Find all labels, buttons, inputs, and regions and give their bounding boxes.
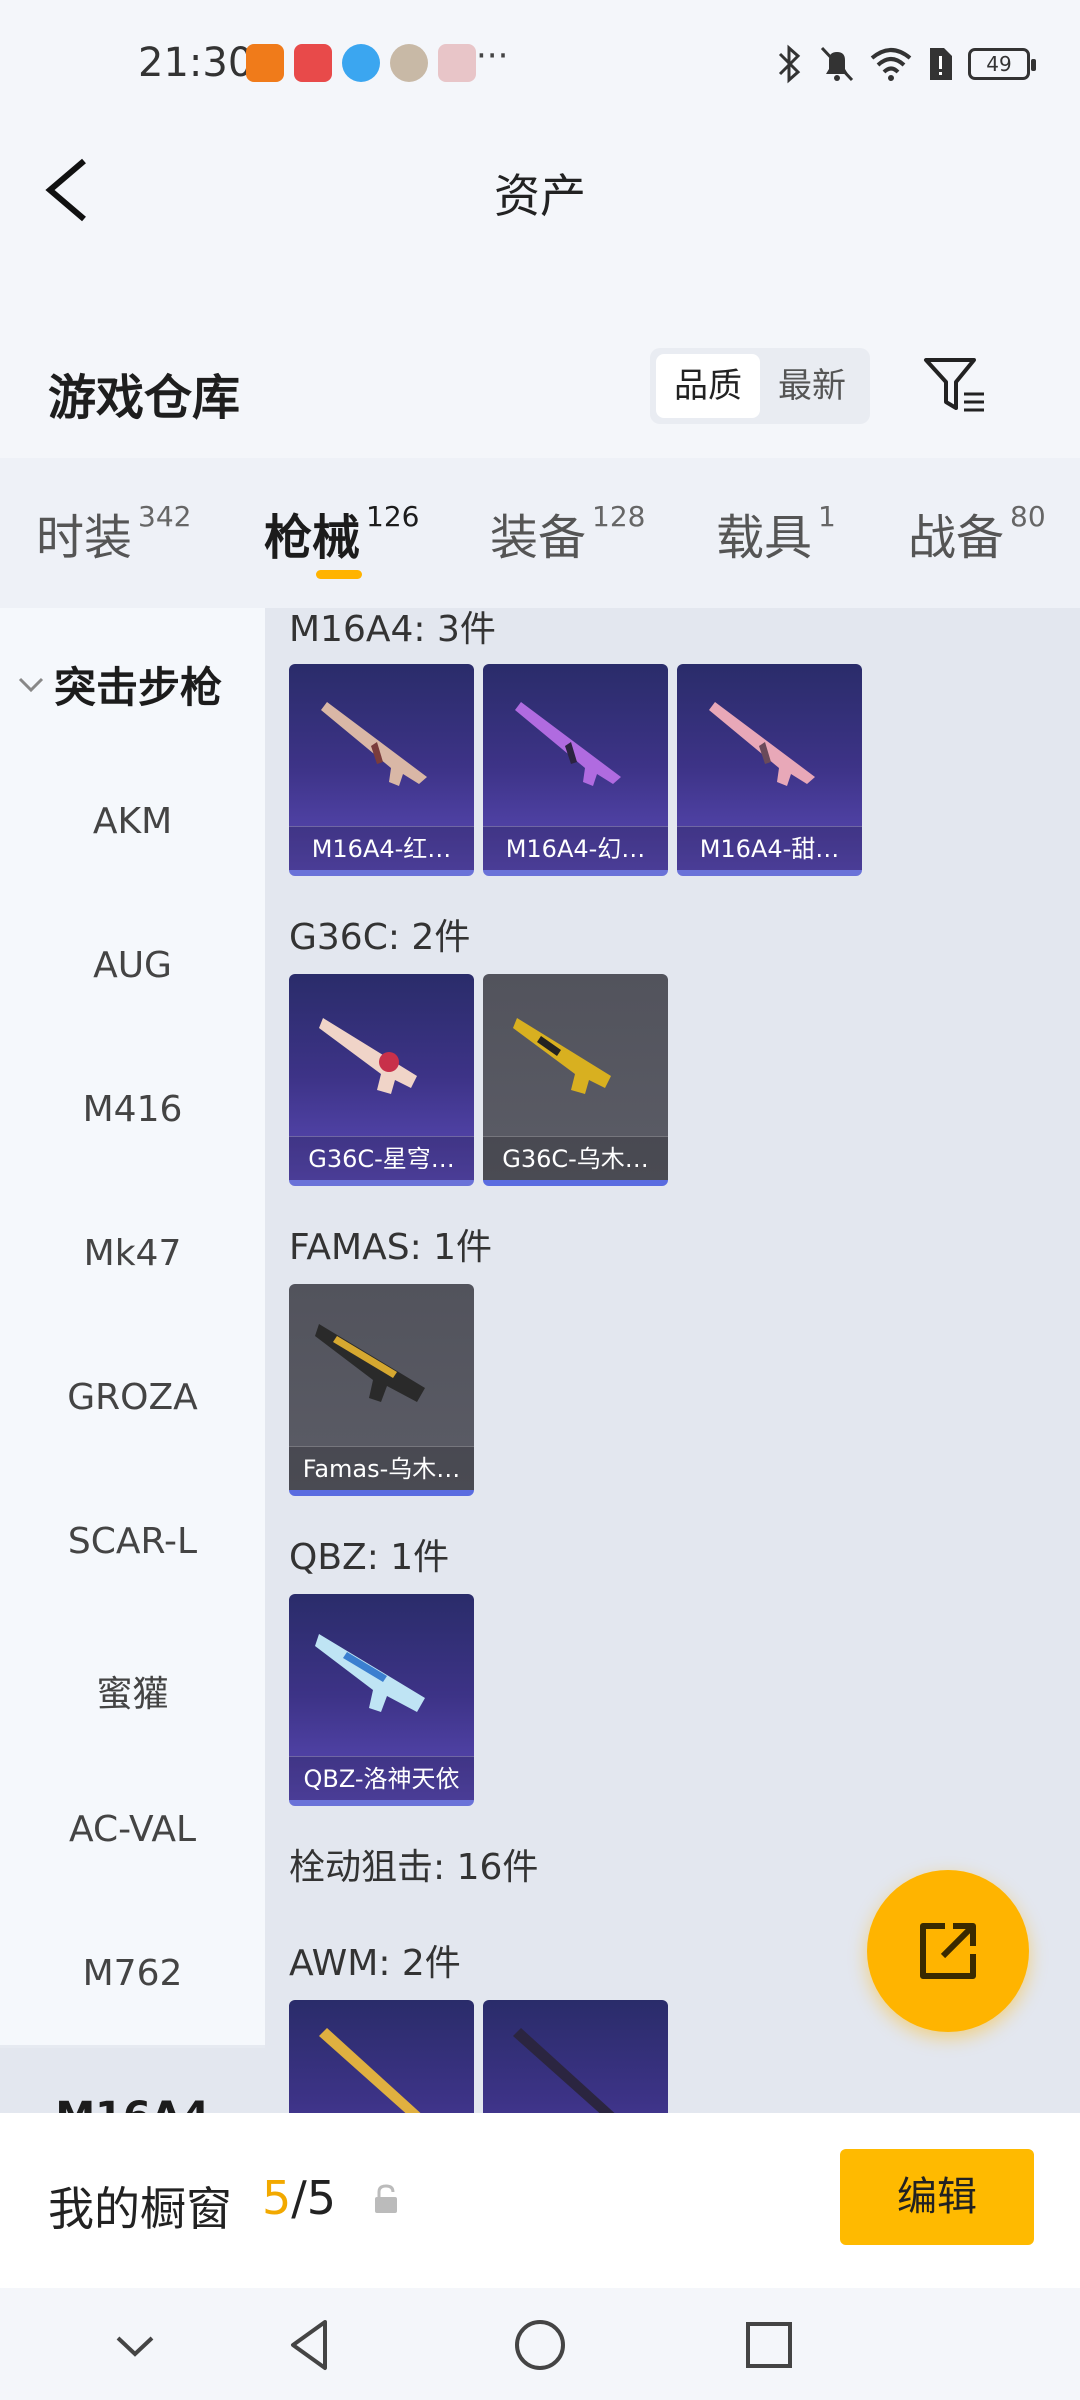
sidebar-item-label: M16A4 (0, 2094, 265, 2113)
weapon-card[interactable]: QBZ-洛神天依 (289, 1594, 474, 1806)
system-nav-bar (0, 2288, 1080, 2400)
status-more-dots: ··· (476, 36, 509, 76)
tab-supplies[interactable]: 战备 80 (908, 498, 1046, 568)
showcase-bar: 我的橱窗 5/5 编辑 (0, 2113, 1080, 2288)
sidebar-item-honey-badger[interactable]: 蜜獾 (0, 1665, 265, 1717)
sidebar-item-mk47[interactable]: Mk47 (0, 1233, 265, 1274)
rifle-icon (315, 1634, 425, 1712)
tab-label: 战备 (908, 510, 1005, 566)
weapon-card[interactable] (289, 2000, 474, 2113)
sort-quality-option[interactable]: 品质 (656, 354, 760, 418)
sidebar-group-label: 突击步枪 (54, 663, 223, 712)
mute-bell-icon (820, 46, 854, 82)
weapon-card[interactable]: G36C-星穹… (289, 974, 474, 1186)
active-tab-indicator (316, 570, 362, 579)
weapon-category-sidebar: 突击步枪 AKM AUG M416 Mk47 GROZA SCAR-L 蜜獾 A… (0, 608, 265, 2048)
lock-icon (375, 2184, 397, 2213)
tab-label: 装备 (490, 510, 587, 566)
rifle-icon (319, 2028, 421, 2113)
weapon-card-name: G36C-星穹… (289, 1136, 474, 1180)
sidebar-item-aug[interactable]: AUG (0, 945, 265, 986)
filter-icon[interactable] (920, 350, 990, 420)
back-triangle-icon[interactable] (275, 2310, 345, 2380)
app-notification-icon (342, 44, 380, 82)
sort-toggle: 品质 最新 (650, 348, 870, 424)
weapon-card-name: M16A4-红… (289, 826, 474, 870)
tab-count: 80 (1010, 500, 1046, 533)
rifle-icon (515, 702, 621, 786)
rifle-icon (321, 702, 427, 786)
title-bar: 资产 (0, 130, 1080, 250)
section-title: QBZ: 1件 (289, 1537, 450, 1578)
edit-button[interactable]: 编辑 (840, 2149, 1034, 2245)
showcase-count: 5/5 (262, 2171, 336, 2225)
tab-count: 128 (592, 500, 646, 533)
rifle-icon (513, 1018, 611, 1094)
tab-firearms[interactable]: 枪械 126 (264, 498, 419, 568)
sidebar-item-akm[interactable]: AKM (0, 801, 265, 842)
showcase-count-total: /5 (291, 2171, 337, 2225)
sidebar-group-assault-rifles[interactable]: 突击步枪 (18, 654, 222, 715)
battery-icon: 49 (968, 48, 1036, 80)
status-time: 21:30 (138, 40, 254, 86)
weapon-card-name: Famas-乌木… (289, 1446, 474, 1490)
chevron-down-icon (18, 677, 44, 692)
rifle-icon (319, 1018, 417, 1094)
section-title: G36C: 2件 (289, 917, 471, 958)
app-notification-icon (294, 44, 332, 82)
weapon-card[interactable]: G36C-乌木… (483, 974, 668, 1186)
rifle-icon (513, 2028, 615, 2113)
home-circle-icon[interactable] (505, 2310, 575, 2380)
weapon-card[interactable] (483, 2000, 668, 2113)
sidebar-item-m762[interactable]: M762 (0, 1953, 265, 1994)
share-fab-button[interactable] (867, 1870, 1029, 2032)
showcase-label: 我的橱窗 (48, 2182, 232, 2236)
sort-newest-option[interactable]: 最新 (760, 354, 864, 418)
app-notification-icon (246, 44, 284, 82)
rifle-icon (315, 1324, 425, 1402)
weapon-card[interactable]: M16A4-幻… (483, 664, 668, 876)
tab-label: 时装 (36, 510, 133, 566)
weapon-card-name: G36C-乌木… (483, 1136, 668, 1180)
recents-square-icon[interactable] (734, 2310, 804, 2380)
tab-count: 126 (366, 500, 420, 533)
tab-equipment[interactable]: 装备 128 (490, 498, 645, 568)
sidebar-item-groza[interactable]: GROZA (0, 1377, 265, 1418)
category-tabs: 时装 342 枪械 126 装备 128 载具 1 战备 80 (0, 458, 1080, 608)
showcase-count-current: 5 (262, 2171, 292, 2225)
weapon-card[interactable]: M16A4-甜… (677, 664, 862, 876)
tab-fashion[interactable]: 时装 342 (36, 498, 191, 568)
tab-count: 342 (138, 500, 192, 533)
tab-vehicles[interactable]: 载具 1 (716, 498, 836, 568)
rifle-icon (709, 702, 815, 786)
section-title: FAMAS: 1件 (289, 1227, 493, 1268)
weapon-card-name: M16A4-幻… (483, 826, 668, 870)
weapon-card-name: QBZ-洛神天依 (289, 1756, 474, 1800)
bluetooth-icon (778, 44, 801, 84)
share-out-icon (920, 1923, 976, 1979)
app-notification-icon (390, 44, 428, 82)
status-indicators: 49 (776, 44, 1036, 84)
tab-count: 1 (818, 500, 836, 533)
sidebar-item-m416[interactable]: M416 (0, 1089, 265, 1130)
weapon-card[interactable]: M16A4-红… (289, 664, 474, 876)
wifi-icon (870, 48, 912, 81)
section-title: M16A4: 3件 (289, 609, 496, 650)
sim-alert-icon (930, 48, 952, 80)
sidebar-item-m16a4[interactable]: M16A4 (0, 2048, 265, 2113)
page-title: 资产 (494, 169, 586, 223)
tab-label: 载具 (716, 510, 813, 566)
section-title: 栓动狙击: 16件 (289, 1847, 539, 1888)
status-bar: 21:30 ··· 49 (0, 0, 1080, 130)
app-notification-icon (438, 44, 476, 82)
weapon-card[interactable]: Famas-乌木… (289, 1284, 474, 1496)
tab-label: 枪械 (264, 510, 361, 566)
section-title: AWM: 2件 (289, 1943, 461, 1984)
warehouse-title: 游戏仓库 (48, 370, 241, 426)
sidebar-item-scar-l[interactable]: SCAR-L (0, 1521, 265, 1562)
weapon-card-name: M16A4-甜… (677, 826, 862, 870)
sidebar-item-ac-val[interactable]: AC-VAL (0, 1809, 265, 1850)
chevron-down-icon[interactable] (100, 2310, 170, 2380)
status-app-icons (246, 44, 476, 82)
